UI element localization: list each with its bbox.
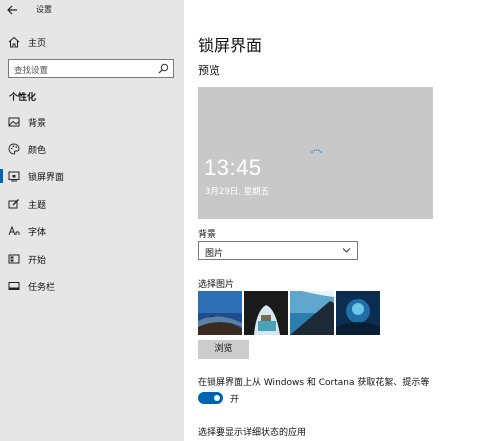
background-label: 背景: [198, 230, 217, 240]
picture-icon: [8, 117, 20, 127]
background-dropdown-value: 图片: [205, 249, 224, 259]
taskbar-icon: [8, 282, 20, 290]
thumbnail-1[interactable]: [198, 291, 242, 335]
preview-label: 预览: [198, 64, 220, 77]
sidebar-item-colors[interactable]: 颜色: [0, 137, 184, 161]
thumbnail-4[interactable]: [336, 291, 380, 335]
sidebar-item-background[interactable]: 背景: [0, 110, 184, 134]
app-title: 设置: [36, 5, 52, 14]
choose-picture-label: 选择图片: [198, 280, 235, 290]
browse-button[interactable]: 浏览: [198, 340, 249, 359]
toggle-knob: [214, 395, 220, 401]
home-label: 主页: [28, 39, 47, 49]
back-arrow-icon: [7, 5, 17, 15]
sidebar-item-label: 任务栏: [28, 283, 56, 293]
search-input[interactable]: 查找设置: [8, 59, 174, 78]
page-title: 锁屏界面: [198, 36, 263, 55]
sidebar-item-start[interactable]: 开始: [0, 247, 184, 271]
sidebar-item-lock-screen[interactable]: 锁屏界面: [0, 164, 184, 188]
home-link[interactable]: 主页: [0, 32, 184, 52]
preview-time: 13:45: [204, 155, 262, 180]
sidebar: 设置 主页 查找设置 个性化 背景 颜色 锁屏界面 主题 字体 开始 任务栏: [0, 0, 184, 441]
search-icon[interactable]: [158, 63, 169, 74]
back-button[interactable]: [4, 2, 20, 18]
preview-date: 3月29日, 星期五: [205, 187, 270, 197]
thumbnail-3[interactable]: [290, 291, 334, 335]
lock-screen-preview: 13:45 3月29日, 星期五: [198, 87, 433, 219]
thumbnail-2[interactable]: [244, 291, 288, 335]
sidebar-item-label: 字体: [28, 228, 47, 238]
search-placeholder: 查找设置: [14, 66, 49, 76]
active-indicator: [0, 169, 3, 183]
palette-icon: [8, 143, 20, 155]
sidebar-item-fonts[interactable]: 字体: [0, 219, 184, 243]
start-grid-icon: [8, 254, 20, 264]
sidebar-item-label: 背景: [28, 119, 47, 129]
sidebar-item-label: 主题: [28, 201, 47, 211]
fun-facts-label: 在锁屏界面上从 Windows 和 Cortana 获取花絮、提示等: [198, 378, 430, 388]
section-title: 个性化: [9, 93, 37, 103]
sidebar-item-label: 锁屏界面: [28, 173, 65, 183]
title-bar: 设置: [0, 0, 184, 20]
lock-screen-icon: [8, 171, 20, 182]
main-content: 锁屏界面 预览 13:45 3月29日, 星期五 背景 图片 选择图片 浏览 在…: [184, 0, 500, 441]
background-dropdown[interactable]: 图片: [198, 241, 358, 260]
sidebar-item-label: 颜色: [28, 146, 47, 156]
chevron-down-icon: [342, 248, 351, 253]
sidebar-item-taskbar[interactable]: 任务栏: [0, 274, 184, 298]
home-icon: [8, 36, 20, 48]
fun-facts-toggle[interactable]: [198, 392, 223, 404]
toggle-state-label: 开: [230, 395, 240, 405]
sidebar-item-label: 开始: [28, 256, 47, 266]
sidebar-item-themes[interactable]: 主题: [0, 192, 184, 216]
detailed-status-label: 选择要显示详细状态的应用: [198, 428, 307, 438]
font-icon: [8, 225, 20, 236]
theme-brush-icon: [8, 199, 19, 209]
loading-spinner-icon: [311, 149, 322, 153]
